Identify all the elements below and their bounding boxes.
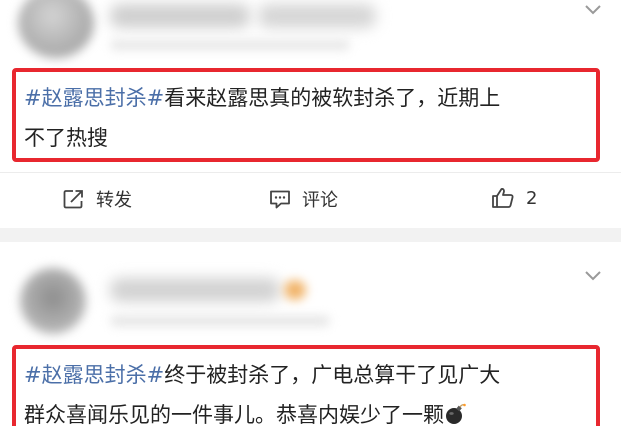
username-blurred bbox=[258, 4, 376, 28]
post-meta-blurred bbox=[110, 316, 330, 326]
post-actions-bar: 转发 评论 2 bbox=[0, 174, 621, 224]
avatar[interactable] bbox=[20, 268, 86, 334]
repost-button[interactable]: 转发 bbox=[62, 186, 132, 212]
thumbs-up-icon bbox=[492, 188, 514, 208]
username-blurred bbox=[110, 4, 250, 28]
post-text-line: 不了热搜 bbox=[24, 126, 108, 150]
post-meta-blurred bbox=[110, 40, 350, 50]
hashtag-link[interactable]: #赵露思封杀# bbox=[24, 363, 164, 387]
comment-bubble-icon bbox=[270, 190, 290, 209]
hashtag-link[interactable]: #赵露思封杀# bbox=[24, 86, 164, 110]
chevron-down-icon[interactable] bbox=[584, 270, 602, 282]
bomb-emoji-icon bbox=[446, 403, 466, 424]
post-text: #赵露思封杀#终于被封杀了，广电总算干了见广大 群众喜闻乐见的一件事儿。恭喜内娱… bbox=[12, 345, 600, 426]
username-blurred bbox=[110, 278, 280, 302]
divider bbox=[0, 172, 621, 173]
post-text-line: 看来赵露思真的被软封杀了，近期上 bbox=[164, 86, 501, 110]
weibo-feed: #赵露思封杀#看来赵露思真的被软封杀了，近期上 不了热搜 转发 评论 2 #赵露… bbox=[0, 0, 621, 426]
comment-label: 评论 bbox=[302, 190, 338, 211]
comment-button[interactable]: 评论 bbox=[268, 186, 338, 212]
chevron-down-icon[interactable] bbox=[584, 4, 602, 16]
post-card: #赵露思封杀#看来赵露思真的被软封杀了，近期上 不了热搜 转发 评论 2 bbox=[0, 0, 621, 228]
verified-badge-blurred bbox=[284, 280, 306, 300]
repost-label: 转发 bbox=[96, 190, 132, 211]
like-button[interactable]: 2 bbox=[490, 186, 537, 210]
post-text-line: 群众喜闻乐见的一件事儿。恭喜内娱少了一颗 bbox=[24, 403, 444, 426]
avatar[interactable] bbox=[18, 0, 94, 58]
feed-separator bbox=[0, 228, 621, 242]
post-text-line: 终于被封杀了，广电总算干了见广大 bbox=[164, 363, 501, 387]
post-text: #赵露思封杀#看来赵露思真的被软封杀了，近期上 不了热搜 bbox=[12, 68, 600, 162]
share-box-icon bbox=[63, 190, 83, 209]
like-count: 2 bbox=[526, 187, 538, 209]
